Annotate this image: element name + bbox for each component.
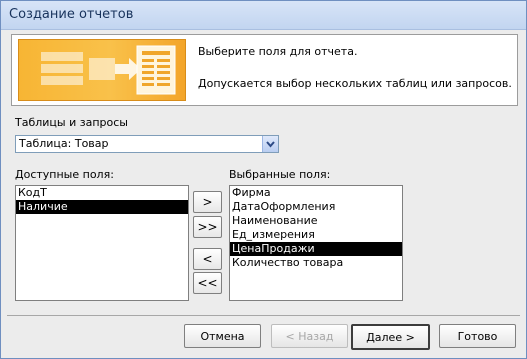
tables-queries-label: Таблицы и запросы	[15, 116, 128, 129]
list-item[interactable]: ЦенаПродажи	[230, 242, 402, 256]
window-title: Создание отчетов	[9, 7, 134, 22]
wizard-client-area: Выберите поля для отчета. Допускается вы…	[7, 30, 520, 352]
add-field-button[interactable]: >	[193, 191, 222, 213]
report-wizard-illustration-icon	[18, 39, 186, 101]
report-wizard-window: Создание отчетов Выберите поля для отчет…	[0, 0, 527, 359]
add-all-fields-button[interactable]: >>	[193, 216, 222, 238]
selected-fields-list[interactable]: Фирма ДатаОформления Наименование Ед_измере…	[229, 185, 403, 301]
list-item[interactable]: Наличие	[16, 200, 188, 214]
wizard-header-panel: Выберите поля для отчета. Допускается вы…	[11, 34, 518, 106]
available-fields-list[interactable]: КодТ Наличие	[15, 185, 189, 301]
list-item[interactable]: Количество товара	[230, 256, 402, 270]
header-instructions: Выберите поля для отчета. Допускается вы…	[198, 45, 512, 109]
list-item[interactable]: ДатаОформления	[230, 200, 402, 214]
remove-all-fields-button[interactable]: <<	[193, 272, 222, 294]
tables-queries-select[interactable]: Таблица: Товар	[15, 135, 279, 153]
list-item[interactable]: КодТ	[16, 186, 188, 200]
title-bar[interactable]: Создание отчетов	[1, 1, 526, 30]
remove-field-button[interactable]: <	[193, 248, 222, 270]
available-fields-label: Доступные поля:	[15, 168, 114, 181]
selected-fields-label: Выбранные поля:	[229, 168, 331, 181]
instruction-line-2: Допускается выбор нескольких таблиц или …	[198, 77, 512, 90]
cancel-button[interactable]: Отмена	[184, 324, 261, 348]
dropdown-button[interactable]	[262, 136, 278, 152]
chevron-down-icon	[266, 141, 275, 148]
list-item[interactable]: Ед_измерения	[230, 228, 402, 242]
list-item[interactable]: Наименование	[230, 214, 402, 228]
list-item[interactable]: Фирма	[230, 186, 402, 200]
tables-queries-value: Таблица: Товар	[19, 137, 109, 150]
next-button[interactable]: Далее >	[351, 324, 430, 350]
instruction-line-1: Выберите поля для отчета.	[198, 45, 358, 58]
footer-divider	[7, 315, 520, 316]
finish-button[interactable]: Готово	[439, 324, 516, 348]
back-button[interactable]: < Назад	[271, 324, 348, 348]
